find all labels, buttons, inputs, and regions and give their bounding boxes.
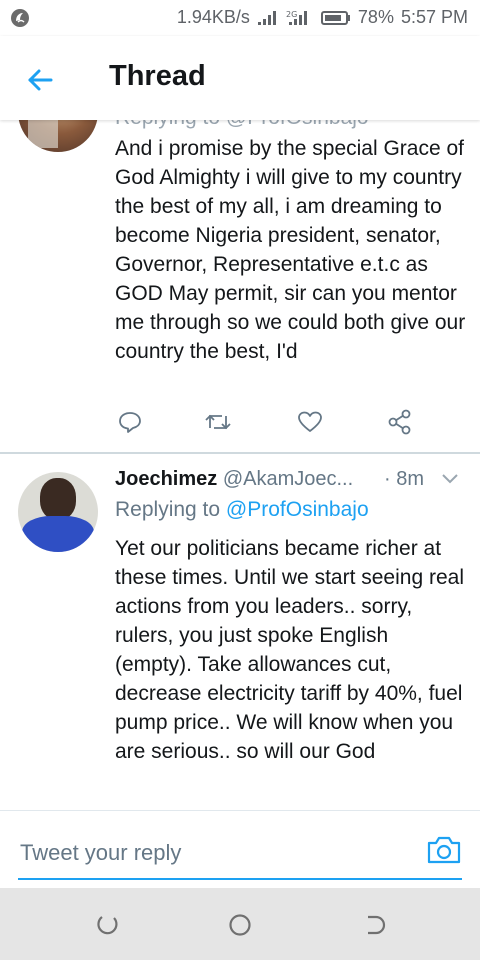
tweet[interactable]: Joechimez @AkamJoec... · 8m Replying to …: [0, 454, 480, 810]
tweet-text: And i promise by the special Grace of Go…: [115, 137, 466, 363]
page-title: Thread: [109, 60, 206, 92]
signal-2-icon: 2G: [286, 10, 307, 25]
back-button[interactable]: [18, 60, 62, 100]
tweet-text: Yet our politicians became richer at the…: [115, 537, 464, 763]
author-name[interactable]: Joechimez: [115, 468, 217, 490]
reply-icon: [119, 412, 141, 433]
replying-to-partial: Replying to @ProfOsinbajo: [115, 120, 369, 130]
author-handle[interactable]: @AkamJoec...: [223, 468, 353, 490]
retweet-button[interactable]: [204, 408, 232, 436]
back-nav-icon[interactable]: [360, 912, 386, 938]
system-nav-bar: [0, 888, 480, 960]
avatar[interactable]: [18, 472, 98, 552]
input-underline: [18, 878, 462, 880]
reply-composer: [0, 812, 480, 888]
app-logo-icon: [11, 9, 29, 27]
clock: 5:57 PM: [400, 7, 468, 27]
reply-button[interactable]: [116, 408, 144, 436]
reply-input[interactable]: [18, 836, 422, 870]
replying-prefix: Replying to: [115, 498, 221, 521]
camera-icon[interactable]: [426, 834, 462, 866]
thread-list[interactable]: Replying to @ProfOsinbajo And i promise …: [0, 120, 480, 810]
arrow-left-icon: [28, 69, 53, 91]
battery-percent: 78%: [357, 7, 394, 27]
recent-apps-icon[interactable]: [94, 912, 120, 938]
network-speed: 1.94KB/s: [176, 7, 250, 27]
mention-link[interactable]: @ProfOsinbajo: [226, 498, 369, 521]
chevron-down-icon[interactable]: [440, 472, 460, 486]
battery-icon: [320, 10, 350, 25]
retweet-icon: [205, 414, 231, 430]
signal-icon: [257, 10, 276, 25]
share-button[interactable]: [386, 408, 414, 436]
home-icon[interactable]: [227, 912, 253, 938]
svg-text:2G: 2G: [286, 10, 297, 19]
like-button[interactable]: [296, 408, 324, 436]
heart-icon: [298, 411, 322, 432]
share-icon: [388, 409, 411, 435]
tweet-actions: [116, 408, 416, 438]
replying-to: Replying to @ProfOsinbajo: [115, 498, 369, 522]
tweet-time: · 8m: [384, 468, 424, 490]
composer-divider: [0, 810, 480, 811]
avatar[interactable]: [18, 120, 98, 152]
tweet[interactable]: Replying to @ProfOsinbajo And i promise …: [0, 120, 480, 452]
app-bar: Thread: [0, 36, 480, 120]
status-bar: 1.94KB/s 2G 78% 5:57 PM: [0, 0, 480, 36]
